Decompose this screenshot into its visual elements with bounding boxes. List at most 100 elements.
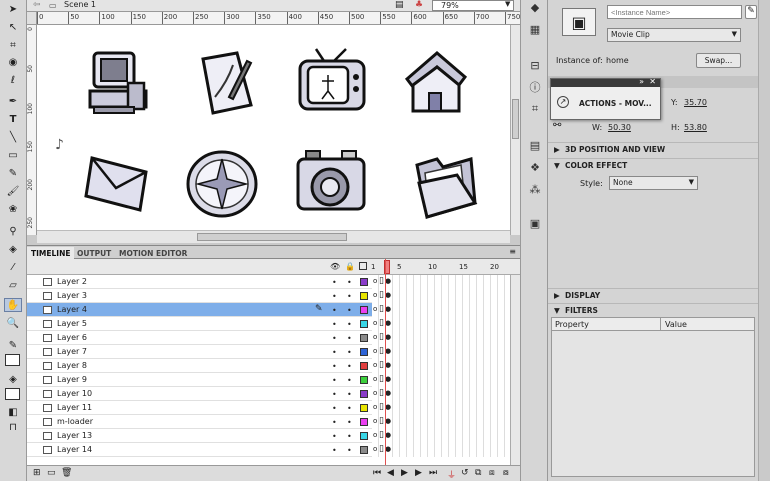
layer-frames[interactable] xyxy=(372,359,520,373)
layer-name[interactable]: Layer 6 xyxy=(57,333,87,342)
keyframe-icon[interactable]: o xyxy=(373,375,377,383)
keyframe-icon[interactable]: o xyxy=(373,361,377,369)
layer-name[interactable]: Layer 2 xyxy=(57,277,87,286)
layer-outline-color[interactable] xyxy=(360,404,368,412)
black-white-icon[interactable]: ◧ xyxy=(4,405,22,419)
lock-dot[interactable]: • xyxy=(347,418,352,427)
instance-edit-icon[interactable]: ✎ xyxy=(745,5,757,19)
folder-icon[interactable] xyxy=(407,145,485,225)
layer-frames[interactable] xyxy=(372,303,520,317)
style-select[interactable]: None ▼ xyxy=(609,176,698,190)
layer-outline-color[interactable] xyxy=(360,418,368,426)
layer-name[interactable]: m-loader xyxy=(57,417,93,426)
bone-tool-icon[interactable]: ⚲ xyxy=(4,224,22,238)
layer-outline-color[interactable] xyxy=(360,362,368,370)
stage-canvas[interactable]: ♪ xyxy=(37,25,510,230)
layer-row[interactable]: Layer 2 • • o ▯ ● xyxy=(27,275,520,289)
outline-all-icon[interactable] xyxy=(359,262,367,270)
stage-vertical-scrollbar[interactable] xyxy=(510,25,520,235)
zoom-dropdown-icon[interactable]: ▼ xyxy=(505,0,510,8)
keyframe-icon[interactable]: ▯ xyxy=(379,360,384,370)
close-icon[interactable]: ✕ xyxy=(649,77,656,86)
keyframe-icon[interactable]: o xyxy=(373,347,377,355)
section-display[interactable]: ▶ DISPLAY xyxy=(548,288,770,300)
visibility-dot[interactable]: • xyxy=(332,278,337,287)
keyframe-icon[interactable]: o xyxy=(373,389,377,397)
lock-dot[interactable]: • xyxy=(347,306,352,315)
onion-outline-icon[interactable]: ⧈ xyxy=(489,468,495,478)
visibility-dot[interactable]: • xyxy=(332,292,337,301)
color-panel-icon[interactable]: ◆ xyxy=(527,0,543,14)
layer-name[interactable]: Layer 14 xyxy=(57,445,92,454)
layer-row[interactable]: Layer 4 ✎ • • o ▯ ● xyxy=(27,303,520,317)
layer-frames[interactable] xyxy=(372,289,520,303)
vertical-scroll-thumb[interactable] xyxy=(512,99,519,139)
keyframe-icon[interactable]: o xyxy=(373,445,377,453)
keyframe-icon[interactable]: o xyxy=(373,305,377,313)
lock-dot[interactable]: • xyxy=(347,390,352,399)
keyframe-icon[interactable]: o xyxy=(373,277,377,285)
fill-color-icon[interactable]: ◈ xyxy=(4,372,22,386)
edit-scene-icon[interactable]: ▤ xyxy=(395,0,404,10)
eyedropper-tool-icon[interactable]: ⁄ xyxy=(4,260,22,274)
back-arrow-icon[interactable]: ⇦ xyxy=(33,0,41,10)
layer-frames[interactable] xyxy=(372,415,520,429)
layer-name[interactable]: Layer 10 xyxy=(57,389,92,398)
zoom-select[interactable]: 79% xyxy=(432,0,514,11)
layer-frames[interactable] xyxy=(372,443,520,457)
layer-row[interactable]: Layer 13 • • o ▯ ● xyxy=(27,429,520,443)
center-frame-icon[interactable]: ⏚ xyxy=(447,468,456,481)
symbol-type-select[interactable]: Movie Clip ▼ xyxy=(607,28,741,42)
layer-row[interactable]: m-loader • • o ▯ ● xyxy=(27,415,520,429)
panel-menu-icon[interactable]: ≡ xyxy=(509,247,516,256)
envelope-icon[interactable] xyxy=(80,145,158,220)
layer-frames[interactable] xyxy=(372,387,520,401)
layer-outline-color[interactable] xyxy=(360,278,368,286)
info-icon[interactable]: ⓘ xyxy=(527,80,543,94)
stage-horizontal-scrollbar[interactable] xyxy=(37,230,510,243)
layer-outline-color[interactable] xyxy=(360,390,368,398)
pen-tool-icon[interactable]: ✒ xyxy=(4,94,22,108)
keyframe-icon[interactable]: ▯ xyxy=(379,444,384,454)
lock-dot[interactable]: • xyxy=(347,446,352,455)
lock-dot[interactable]: • xyxy=(347,376,352,385)
align-icon[interactable]: ⊟ xyxy=(527,58,543,72)
layer-outline-color[interactable] xyxy=(360,446,368,454)
lock-dot[interactable]: • xyxy=(347,278,352,287)
loop-icon[interactable]: ↺ xyxy=(461,468,469,478)
layer-row[interactable]: Layer 7 • • o ▯ ● xyxy=(27,345,520,359)
visibility-dot[interactable]: • xyxy=(332,362,337,371)
notepad-icon[interactable] xyxy=(187,45,262,120)
keyframe-icon[interactable]: ▯ xyxy=(379,276,384,286)
rectangle-tool-icon[interactable]: ▭ xyxy=(4,148,22,162)
compass-icon[interactable] xyxy=(182,145,262,223)
text-tool-icon[interactable]: T xyxy=(4,112,22,126)
layer-frames[interactable] xyxy=(372,401,520,415)
layer-row[interactable]: Layer 5 • • o ▯ ● xyxy=(27,317,520,331)
components-icon[interactable]: ❖ xyxy=(527,160,543,174)
tab-motion-editor[interactable]: MOTION EDITOR xyxy=(115,247,191,259)
layer-row[interactable]: Layer 10 • • o ▯ ● xyxy=(27,387,520,401)
layer-row[interactable]: Layer 11 • • o ▯ ● xyxy=(27,401,520,415)
keyframe-icon[interactable]: o xyxy=(373,333,377,341)
instance-name-input[interactable] xyxy=(607,5,742,19)
layer-outline-color[interactable] xyxy=(360,432,368,440)
swatches-icon[interactable]: ▦ xyxy=(527,22,543,36)
visibility-dot[interactable]: • xyxy=(332,334,337,343)
layer-name[interactable]: Layer 3 xyxy=(57,291,87,300)
layer-outline-color[interactable] xyxy=(360,376,368,384)
tv-icon[interactable] xyxy=(292,45,372,120)
keyframe-icon[interactable]: ▯ xyxy=(379,388,384,398)
horizontal-scroll-thumb[interactable] xyxy=(197,233,347,241)
expand-icon[interactable]: » xyxy=(639,77,644,86)
camera-icon[interactable] xyxy=(289,145,374,223)
transform-icon[interactable]: ⌗ xyxy=(527,102,543,116)
subselection-tool-icon[interactable]: ↖ xyxy=(4,20,22,34)
visibility-dot[interactable]: • xyxy=(332,320,337,329)
deco-tool-icon[interactable]: ❀ xyxy=(4,202,22,216)
layer-frames[interactable] xyxy=(372,373,520,387)
layer-row[interactable]: Layer 9 • • o ▯ ● xyxy=(27,373,520,387)
layer-outline-color[interactable] xyxy=(360,306,368,314)
keyframe-icon[interactable]: o xyxy=(373,431,377,439)
layer-outline-color[interactable] xyxy=(360,292,368,300)
